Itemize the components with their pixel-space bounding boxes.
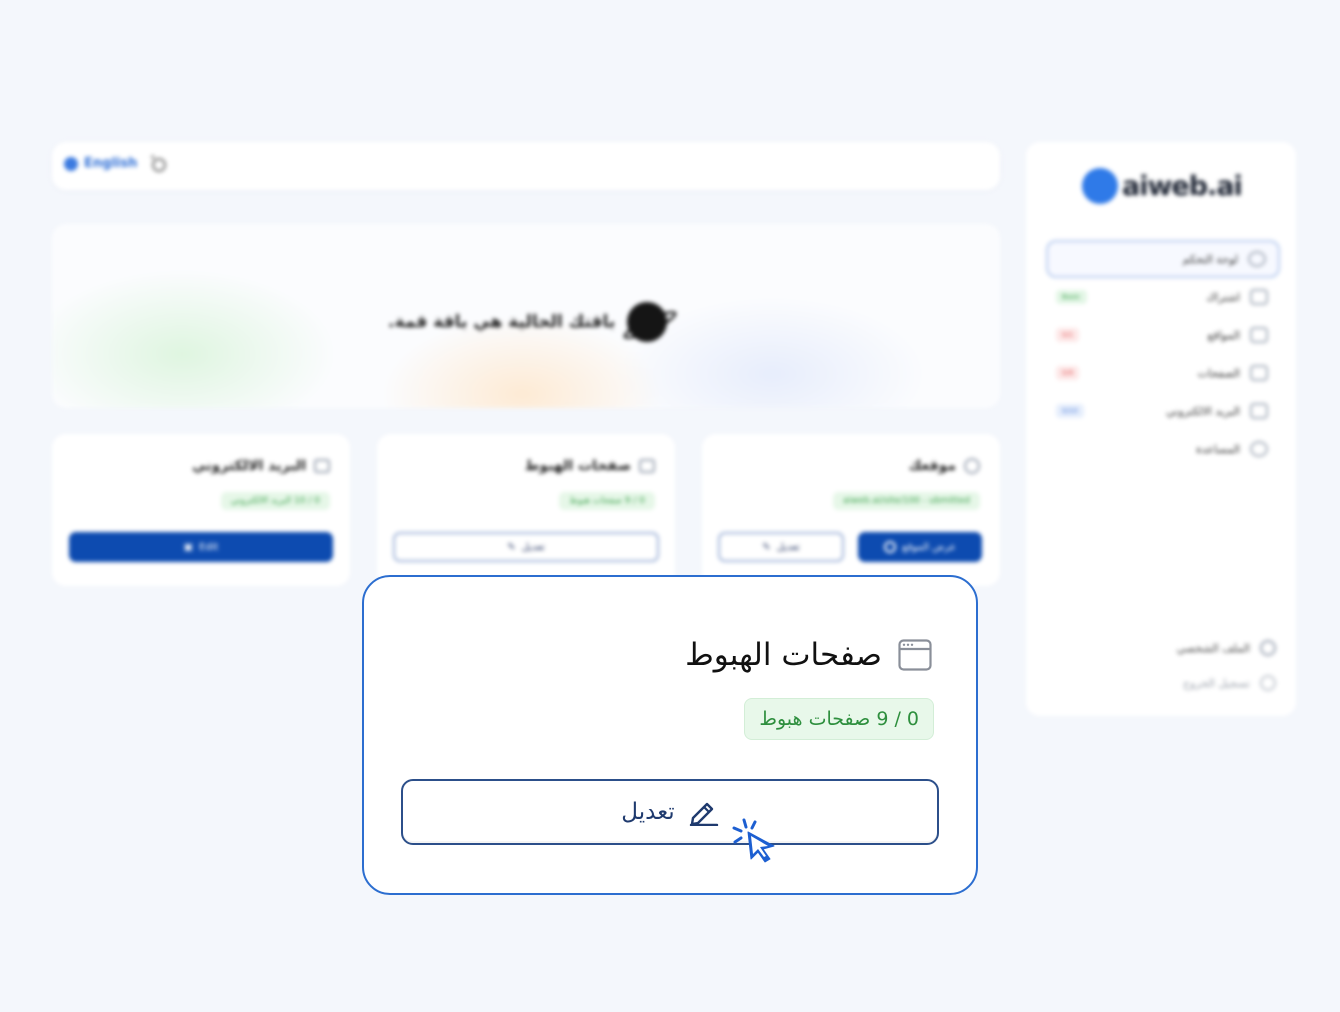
sidebar-item-logout[interactable]: تسجيل الخروج — [1042, 675, 1276, 691]
sidebar-item-dashboard[interactable]: لوحة التحكم — [1046, 240, 1280, 278]
globe-icon — [64, 156, 78, 171]
theme-toggle-icon[interactable] — [148, 154, 168, 174]
focus-card-title-text: صفحات الهبوط — [685, 637, 882, 673]
pencil-icon: ✎ — [507, 541, 516, 553]
plan-banner: باقتك الحالية هي باقة قمة. — [52, 224, 1000, 408]
browser-icon — [639, 459, 655, 473]
website-card-title-text: موقعك — [908, 458, 956, 474]
view-site-label: عرض الموقع — [902, 541, 956, 553]
edit-site-label: تعديل — [776, 541, 800, 553]
inbox-icon: ▣ — [183, 541, 194, 553]
logout-label: تسجيل الخروج — [1182, 676, 1250, 690]
email-card: البريد الالكتروني 0 / 10 البريد الالكترو… — [52, 434, 350, 586]
site-icon — [1250, 327, 1268, 343]
edit-landing-pages-label-bg: تعديل — [521, 541, 545, 553]
email-pill: 0/10 — [1056, 404, 1084, 418]
website-card: موقعك aiweb.ai/site/100 - ubmitted عرض ا… — [702, 434, 1000, 586]
browser-window-icon — [898, 639, 932, 671]
edit-landing-pages-button[interactable]: تعديل — [401, 779, 939, 845]
email-edit-button[interactable]: ▣ Edit — [69, 532, 333, 562]
edit-button-label: تعديل — [621, 799, 675, 825]
sidebar-item-email[interactable]: 0/10 البريد الالكتروني — [1046, 392, 1280, 430]
landing-pages-card-title: صفحات الهبوط — [525, 458, 655, 474]
landing-pages-focus-card: صفحات الهبوط 0 / 9 صفحات هبوط تعديل — [362, 575, 978, 895]
logo[interactable]: aiweb.ai — [1082, 168, 1243, 204]
subscription-pill: Basic — [1056, 290, 1087, 304]
planet-icon — [627, 302, 668, 342]
edit-site-button[interactable]: ✎ تعديل — [718, 532, 844, 562]
email-edit-label: Edit — [199, 541, 219, 553]
sidebar-item-sites[interactable]: 0/1 المواقع — [1046, 316, 1280, 354]
email-card-badge: 0 / 10 البريد الالكتروني — [220, 492, 330, 510]
globe-icon — [964, 458, 980, 474]
sidebar: aiweb.ai لوحة التحكم Basic اشتراك 0/1 ال… — [1026, 142, 1296, 716]
logo-text: aiweb.ai — [1122, 170, 1243, 202]
sidebar-item-profile[interactable]: الملف الشخصي — [1042, 640, 1276, 656]
top-bar: English — [52, 142, 1000, 190]
email-card-title: البريد الالكتروني — [192, 458, 330, 474]
sidebar-item-label: البريد الالكتروني — [1166, 404, 1240, 418]
sidebar-item-label: المساعدة — [1195, 442, 1240, 456]
edit-landing-pages-button-bg[interactable]: ✎ تعديل — [393, 532, 659, 562]
pencil-icon: ✎ — [762, 541, 771, 553]
pages-pill: 0/9 — [1056, 366, 1080, 380]
click-cursor-icon — [732, 818, 775, 863]
sidebar-item-pages[interactable]: 0/9 الصفحات — [1046, 354, 1280, 392]
card-icon — [1250, 289, 1268, 305]
pencil-icon — [689, 802, 718, 826]
focus-card-title: صفحات الهبوط — [685, 637, 932, 673]
landing-pages-usage-badge: 0 / 9 صفحات هبوط — [744, 698, 934, 740]
mail-icon — [314, 459, 330, 473]
logout-icon — [1260, 675, 1276, 691]
plan-banner-message: باقتك الحالية هي باقة قمة. — [388, 302, 668, 342]
user-icon — [1260, 640, 1276, 656]
sidebar-item-label: اشتراك — [1206, 290, 1240, 304]
profile-label: الملف الشخصي — [1176, 641, 1250, 655]
sidebar-item-label: المواقع — [1207, 328, 1240, 342]
mail-icon — [1250, 403, 1268, 419]
globe-icon — [884, 541, 897, 553]
language-switcher[interactable]: English — [64, 156, 137, 171]
logo-mark — [1082, 168, 1118, 204]
sidebar-item-label: الصفحات — [1197, 366, 1240, 380]
website-card-title: موقعك — [908, 458, 980, 474]
view-site-button[interactable]: عرض الموقع — [858, 532, 982, 562]
sidebar-item-help[interactable]: المساعدة — [1046, 430, 1280, 468]
landing-pages-card: صفحات الهبوط 0 / 9 صفحات هبوط ✎ تعديل — [377, 434, 675, 586]
sidebar-item-label: لوحة التحكم — [1182, 252, 1238, 266]
sites-pill: 0/1 — [1056, 328, 1080, 342]
page-icon — [1250, 365, 1268, 381]
landing-pages-card-badge: 0 / 9 صفحات هبوط — [559, 492, 655, 510]
language-label: English — [84, 156, 138, 171]
website-card-badge: aiweb.ai/site/100 - ubmitted — [833, 492, 980, 510]
landing-pages-card-title-text: صفحات الهبوط — [524, 458, 631, 474]
home-icon — [1248, 251, 1266, 267]
plan-banner-text: باقتك الحالية هي باقة قمة. — [388, 312, 616, 332]
email-card-title-text: البريد الالكتروني — [192, 458, 306, 474]
sidebar-nav: لوحة التحكم Basic اشتراك 0/1 المواقع 0/9… — [1046, 240, 1280, 468]
sidebar-item-subscription[interactable]: Basic اشتراك — [1046, 278, 1280, 316]
help-icon — [1250, 441, 1268, 457]
